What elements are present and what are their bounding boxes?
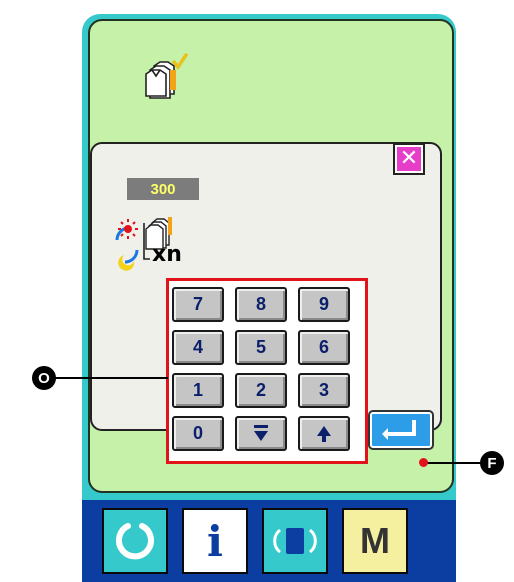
enter-callout-dot <box>419 458 428 467</box>
communication-icon <box>273 528 317 554</box>
key-7[interactable]: 7 <box>172 287 224 322</box>
multiplier-label: xn <box>152 242 182 267</box>
key-3[interactable]: 3 <box>298 373 350 408</box>
enter-callout-label: F <box>480 451 504 475</box>
info-icon: i <box>207 516 223 566</box>
key-1[interactable]: 1 <box>172 373 224 408</box>
key-label: 6 <box>318 337 329 357</box>
key-label: 8 <box>255 294 266 314</box>
key-label: 0 <box>192 423 203 443</box>
key-2[interactable]: 2 <box>235 373 287 408</box>
mode-button[interactable]: M <box>342 508 408 574</box>
key-8[interactable]: 8 <box>235 287 287 322</box>
key-decrement[interactable] <box>235 416 287 451</box>
arrow-down-icon <box>254 424 268 441</box>
key-label: 9 <box>318 294 329 314</box>
key-9[interactable]: 9 <box>298 287 350 322</box>
key-6[interactable]: 6 <box>298 330 350 365</box>
cycle-arrows-icon <box>115 219 139 271</box>
arrow-up-icon <box>317 425 331 442</box>
information-button[interactable]: i <box>182 508 248 574</box>
key-4[interactable]: 4 <box>172 330 224 365</box>
enter-button[interactable] <box>368 410 434 450</box>
garment-counter-icon: xn <box>115 217 182 271</box>
keypad-callout-label: O <box>32 366 56 390</box>
circle-arrow-icon <box>116 523 154 560</box>
communication-button[interactable] <box>262 508 328 574</box>
key-label: 1 <box>192 380 203 400</box>
garment-stack-check-icon <box>145 53 188 99</box>
close-button[interactable]: ✕ <box>393 143 425 175</box>
close-icon: ✕ <box>397 147 421 171</box>
reset-button[interactable] <box>102 508 168 574</box>
key-label: 7 <box>192 294 203 314</box>
count-value-display: 300 <box>127 178 199 200</box>
key-label: 4 <box>192 337 203 357</box>
keypad-callout-line <box>44 377 168 379</box>
key-0[interactable]: 0 <box>172 416 224 451</box>
key-5[interactable]: 5 <box>235 330 287 365</box>
key-label: 5 <box>255 337 266 357</box>
enter-icon <box>382 420 416 440</box>
key-label: 3 <box>318 380 329 400</box>
mode-icon: M <box>360 520 390 561</box>
key-label: 2 <box>255 380 266 400</box>
key-increment[interactable] <box>298 416 350 451</box>
